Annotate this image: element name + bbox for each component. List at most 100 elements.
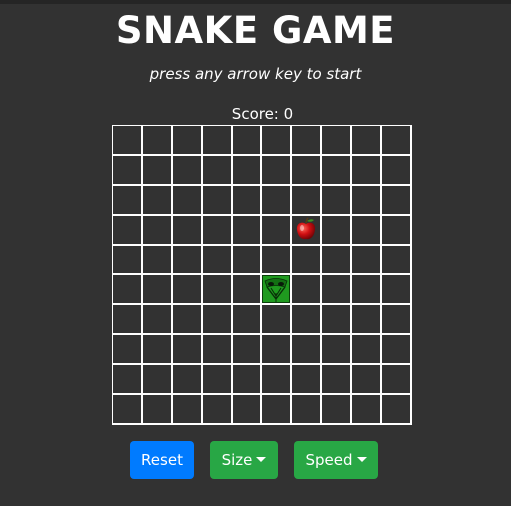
board-cell (262, 395, 293, 425)
board-cell (262, 365, 293, 396)
board-cell (142, 155, 173, 186)
board-cell (352, 335, 383, 366)
board-cell (292, 305, 323, 336)
score-display: Score: 0 (231, 105, 294, 123)
reset-button[interactable]: Reset (130, 441, 194, 479)
board-cell (322, 305, 353, 336)
board-cell (172, 335, 203, 366)
board-cell (382, 275, 412, 306)
start-instruction: press any arrow key to start (149, 65, 362, 83)
board-cell (113, 305, 143, 336)
board-cell (232, 305, 263, 336)
board-cell (322, 126, 353, 156)
board-cell (262, 215, 293, 246)
board-cell (382, 305, 412, 336)
size-dropdown-button[interactable]: Size (210, 441, 278, 479)
board-cell (382, 215, 412, 246)
board-cell (202, 126, 233, 156)
board-cell (202, 365, 233, 396)
caret-down-icon (256, 457, 267, 462)
board-cell (113, 126, 143, 156)
apple-icon (297, 217, 316, 239)
board-cell (172, 215, 203, 246)
board-cell (262, 155, 293, 186)
board-cell (172, 245, 203, 276)
board-cell (142, 185, 173, 216)
board-cell (322, 245, 353, 276)
board-cell (382, 335, 412, 366)
board-cell (292, 185, 323, 216)
board-cell (322, 185, 353, 216)
board-cell (352, 185, 383, 216)
board-cell (113, 275, 143, 306)
board-cell (352, 215, 383, 246)
board-cell (172, 126, 203, 156)
board-cell (262, 305, 293, 336)
board-cell (382, 126, 412, 156)
board-cell (352, 126, 383, 156)
speed-button-label: Speed (305, 451, 353, 469)
board-cell (202, 275, 233, 306)
board-cell (202, 395, 233, 425)
board-cell (142, 395, 173, 425)
board-cell (262, 275, 293, 306)
board-cell (172, 155, 203, 186)
board-cell (262, 185, 293, 216)
game-board[interactable] (112, 125, 412, 425)
board-cell (113, 155, 143, 186)
board-cell (292, 335, 323, 366)
board-cell (172, 275, 203, 306)
board-cell (382, 155, 412, 186)
board-cell (172, 185, 203, 216)
board-cell (382, 185, 412, 216)
board-cell (292, 245, 323, 276)
controls-bar: Reset Size Speed (0, 441, 511, 479)
board-cell (202, 335, 233, 366)
board-cell (262, 245, 293, 276)
board-cell (113, 365, 143, 396)
board-cell (142, 245, 173, 276)
board-cell (382, 395, 412, 425)
board-cell (232, 335, 263, 366)
board-cell (352, 305, 383, 336)
board-cell (202, 185, 233, 216)
board-cell (113, 185, 143, 216)
snake-head-icon (262, 275, 291, 304)
caret-down-icon (356, 457, 367, 462)
game-title: SNAKE GAME (115, 9, 396, 52)
board-cell (232, 126, 263, 156)
board-cell (142, 305, 173, 336)
board-cell (352, 245, 383, 276)
board-cell (202, 215, 233, 246)
board-cell (202, 155, 233, 186)
board-cell (292, 155, 323, 186)
board-cell (322, 155, 353, 186)
board-cell (232, 365, 263, 396)
board-cell (113, 245, 143, 276)
board-cell (202, 305, 233, 336)
board-cell (352, 365, 383, 396)
board-cell (142, 335, 173, 366)
speed-dropdown-button[interactable]: Speed (294, 441, 378, 479)
board-cell (142, 215, 173, 246)
reset-button-label: Reset (141, 451, 183, 469)
board-cell (262, 126, 293, 156)
board-cell (232, 275, 263, 306)
board-cell (352, 155, 383, 186)
board-cell (232, 395, 263, 425)
board-cell (322, 395, 353, 425)
board-cell (292, 215, 323, 246)
board-cell (142, 126, 173, 156)
board-cell (352, 275, 383, 306)
board-cell (292, 126, 323, 156)
board-cell (292, 365, 323, 396)
board-cell (382, 365, 412, 396)
board-cell (113, 215, 143, 246)
board-cell (202, 245, 233, 276)
board-cell (113, 395, 143, 425)
board-cell (262, 335, 293, 366)
board-cell (142, 365, 173, 396)
board-cell (352, 395, 383, 425)
board-cell (232, 185, 263, 216)
board-cell (172, 365, 203, 396)
